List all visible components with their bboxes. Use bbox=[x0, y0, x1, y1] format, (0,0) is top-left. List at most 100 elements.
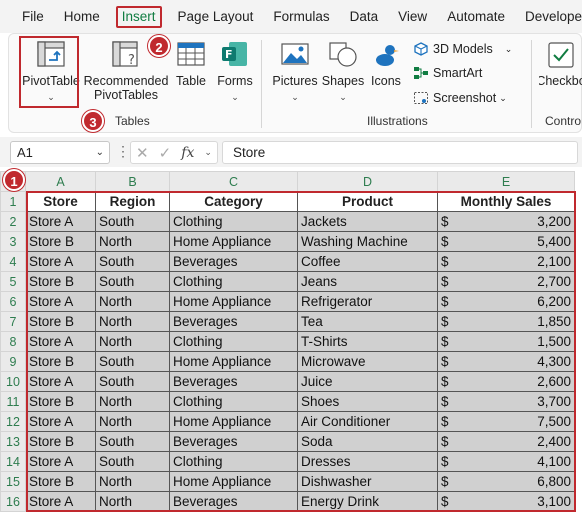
row-number[interactable]: 4 bbox=[0, 251, 26, 272]
product-cell[interactable]: Dresses bbox=[297, 451, 438, 472]
region-cell[interactable]: South bbox=[95, 371, 170, 392]
product-cell[interactable]: Refrigerator bbox=[297, 291, 438, 312]
product-cell[interactable]: Microwave bbox=[297, 351, 438, 372]
category-cell[interactable]: Home Appliance bbox=[169, 231, 298, 252]
sales-cell[interactable]: $5,400 bbox=[437, 231, 575, 252]
category-cell[interactable]: Clothing bbox=[169, 271, 298, 292]
store-cell[interactable]: Store B bbox=[25, 231, 96, 252]
column-header-a[interactable]: A bbox=[25, 171, 96, 192]
category-cell[interactable]: Home Appliance bbox=[169, 471, 298, 492]
category-cell[interactable]: Beverages bbox=[169, 371, 298, 392]
row-number[interactable]: 14 bbox=[0, 451, 26, 472]
category-cell[interactable]: Clothing bbox=[169, 391, 298, 412]
pivot-table-button[interactable]: PivotTable ⌄ bbox=[21, 40, 81, 104]
sales-cell[interactable]: $7,500 bbox=[437, 411, 575, 432]
row-number[interactable]: 2 bbox=[0, 211, 26, 232]
store-cell[interactable]: Store B bbox=[25, 431, 96, 452]
store-cell[interactable]: Store A bbox=[25, 371, 96, 392]
column-header-b[interactable]: B bbox=[95, 171, 170, 192]
tab-data[interactable]: Data bbox=[340, 6, 389, 28]
category-cell[interactable]: Home Appliance bbox=[169, 291, 298, 312]
sales-cell[interactable]: $2,400 bbox=[437, 431, 575, 452]
shapes-button[interactable]: Shapes ⌄ bbox=[321, 40, 365, 104]
category-cell[interactable]: Home Appliance bbox=[169, 411, 298, 432]
product-cell[interactable]: Jackets bbox=[297, 211, 438, 232]
product-cell[interactable]: Energy Drink bbox=[297, 491, 438, 512]
product-cell[interactable]: Tea bbox=[297, 311, 438, 332]
forms-button[interactable]: F Forms ⌄ bbox=[213, 40, 257, 104]
region-cell[interactable]: North bbox=[95, 231, 170, 252]
store-cell[interactable]: Store B bbox=[25, 311, 96, 332]
cancel-icon[interactable]: ✕ bbox=[136, 144, 149, 162]
row-number[interactable]: 11 bbox=[0, 391, 26, 412]
tab-developer[interactable]: Developer bbox=[515, 6, 582, 28]
store-cell[interactable]: Store A bbox=[25, 251, 96, 272]
region-cell[interactable]: South bbox=[95, 451, 170, 472]
row-number[interactable]: 9 bbox=[0, 351, 26, 372]
sales-cell[interactable]: $1,500 bbox=[437, 331, 575, 352]
region-cell[interactable]: North bbox=[95, 471, 170, 492]
sales-cell[interactable]: $2,600 bbox=[437, 371, 575, 392]
store-cell[interactable]: Store A bbox=[25, 451, 96, 472]
screenshot-button[interactable]: Screenshot ⌄ bbox=[413, 91, 507, 105]
store-cell[interactable]: Store B bbox=[25, 271, 96, 292]
sales-cell[interactable]: $3,700 bbox=[437, 391, 575, 412]
product-cell[interactable]: T-Shirts bbox=[297, 331, 438, 352]
insert-function-icon[interactable]: fx bbox=[181, 145, 194, 161]
product-cell[interactable]: Soda bbox=[297, 431, 438, 452]
category-cell[interactable]: Beverages bbox=[169, 311, 298, 332]
sales-cell[interactable]: $3,100 bbox=[437, 491, 575, 512]
region-cell[interactable]: North bbox=[95, 491, 170, 512]
icons-button[interactable]: Icons bbox=[367, 40, 405, 88]
sales-cell[interactable]: $4,100 bbox=[437, 451, 575, 472]
column-header-c[interactable]: C bbox=[169, 171, 298, 192]
row-number[interactable]: 7 bbox=[0, 311, 26, 332]
product-cell[interactable]: Shoes bbox=[297, 391, 438, 412]
formula-input[interactable]: Store bbox=[222, 141, 578, 164]
store-cell[interactable]: Store B bbox=[25, 351, 96, 372]
category-cell[interactable]: Beverages bbox=[169, 431, 298, 452]
store-cell[interactable]: Store B bbox=[25, 391, 96, 412]
region-cell[interactable]: South bbox=[95, 271, 170, 292]
store-cell[interactable]: Store A bbox=[25, 291, 96, 312]
sales-cell[interactable]: $3,200 bbox=[437, 211, 575, 232]
tab-page-layout[interactable]: Page Layout bbox=[168, 6, 264, 28]
chevron-down-icon[interactable]: ⌄ bbox=[96, 142, 104, 163]
tab-formulas[interactable]: Formulas bbox=[263, 6, 339, 28]
region-cell[interactable]: South bbox=[95, 211, 170, 232]
row-number[interactable]: 1 bbox=[0, 191, 26, 212]
category-cell[interactable]: Home Appliance bbox=[169, 351, 298, 372]
more-options-icon[interactable]: ⋮ bbox=[116, 143, 130, 160]
category-cell[interactable]: Beverages bbox=[169, 251, 298, 272]
sales-cell[interactable]: $1,850 bbox=[437, 311, 575, 332]
store-cell[interactable]: Store A bbox=[25, 331, 96, 352]
sales-cell[interactable]: $6,200 bbox=[437, 291, 575, 312]
store-cell[interactable]: Store A bbox=[25, 491, 96, 512]
region-cell[interactable]: North bbox=[95, 391, 170, 412]
table-button[interactable]: Table bbox=[171, 40, 211, 88]
tab-automate[interactable]: Automate bbox=[437, 6, 515, 28]
store-cell[interactable]: Store B bbox=[25, 471, 96, 492]
product-cell[interactable]: Jeans bbox=[297, 271, 438, 292]
region-cell[interactable]: South bbox=[95, 431, 170, 452]
name-box[interactable]: A1 ⌄ bbox=[10, 141, 110, 164]
region-cell[interactable]: North bbox=[95, 311, 170, 332]
column-header-e[interactable]: E bbox=[437, 171, 575, 192]
column-header-d[interactable]: D bbox=[297, 171, 438, 192]
product-cell[interactable]: Air Conditioner bbox=[297, 411, 438, 432]
category-cell[interactable]: Clothing bbox=[169, 331, 298, 352]
product-cell[interactable]: Dishwasher bbox=[297, 471, 438, 492]
tab-insert[interactable]: Insert bbox=[115, 5, 162, 28]
row-number[interactable]: 12 bbox=[0, 411, 26, 432]
smartart-button[interactable]: SmartArt bbox=[413, 66, 482, 80]
tab-file[interactable]: File bbox=[0, 6, 54, 28]
category-cell[interactable]: Clothing bbox=[169, 211, 298, 232]
row-number[interactable]: 10 bbox=[0, 371, 26, 392]
header-cell-store[interactable]: Store bbox=[25, 191, 96, 212]
enter-icon[interactable]: ✓ bbox=[159, 144, 172, 162]
sales-cell[interactable]: $4,300 bbox=[437, 351, 575, 372]
product-cell[interactable]: Coffee bbox=[297, 251, 438, 272]
category-cell[interactable]: Clothing bbox=[169, 451, 298, 472]
row-number[interactable]: 3 bbox=[0, 231, 26, 252]
region-cell[interactable]: North bbox=[95, 411, 170, 432]
